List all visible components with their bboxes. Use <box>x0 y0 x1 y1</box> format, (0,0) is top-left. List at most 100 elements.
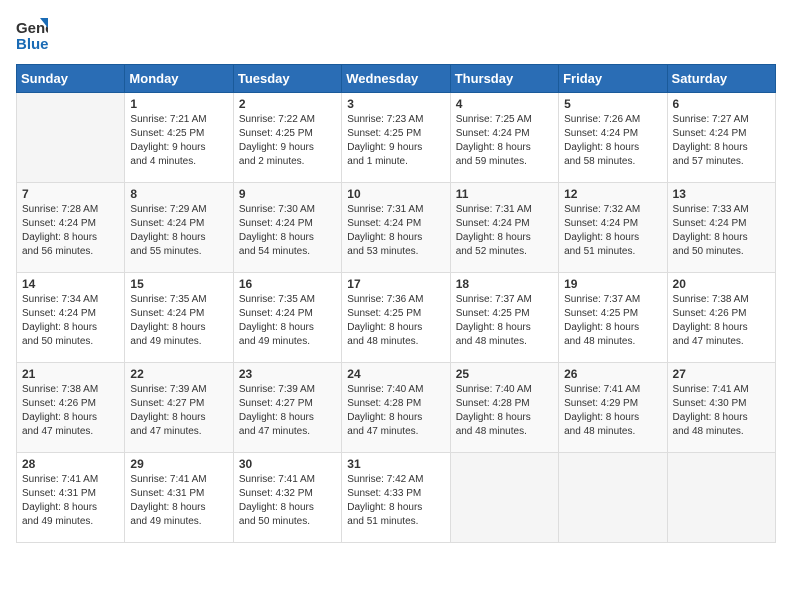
day-info: Sunrise: 7:35 AM Sunset: 4:24 PM Dayligh… <box>130 293 227 349</box>
day-number: 19 <box>564 277 661 291</box>
day-number: 27 <box>673 367 770 381</box>
calendar-cell: 8Sunrise: 7:29 AM Sunset: 4:24 PM Daylig… <box>125 183 233 273</box>
day-info: Sunrise: 7:35 AM Sunset: 4:24 PM Dayligh… <box>239 293 336 349</box>
day-info: Sunrise: 7:33 AM Sunset: 4:24 PM Dayligh… <box>673 203 770 259</box>
day-info: Sunrise: 7:37 AM Sunset: 4:25 PM Dayligh… <box>456 293 553 349</box>
calendar-cell: 4 Sunrise: 7:25 AM Sunset: 4:24 PM Daylig… <box>450 93 558 183</box>
day-number: 21 <box>22 367 119 381</box>
day-info: Sunrise: 7:39 AM Sunset: 4:27 PM Dayligh… <box>239 383 336 439</box>
calendar-cell <box>17 93 125 183</box>
day-number: 3 <box>347 97 444 111</box>
calendar-cell: 2 Sunrise: 7:22 AM Sunset: 4:25 PM Daylig… <box>233 93 341 183</box>
day-info: Sunrise: 7:32 AM Sunset: 4:24 PM Dayligh… <box>564 203 661 259</box>
calendar-cell: 17Sunrise: 7:36 AM Sunset: 4:25 PM Dayli… <box>342 273 450 363</box>
day-info: Sunrise: 7:41 AM Sunset: 4:31 PM Dayligh… <box>130 473 227 529</box>
calendar-cell: 9 Sunrise: 7:30 AM Sunset: 4:24 PM Daylig… <box>233 183 341 273</box>
day-info: Sunrise: 7:23 AM Sunset: 4:25 PM Dayligh… <box>347 113 444 169</box>
calendar-cell: 24 Sunrise: 7:40 AM Sunset: 4:28 PM Dayli… <box>342 363 450 453</box>
calendar-cell: 5 Sunrise: 7:26 AM Sunset: 4:24 PM Daylig… <box>559 93 667 183</box>
day-number: 15 <box>130 277 227 291</box>
day-number: 26 <box>564 367 661 381</box>
calendar-cell: 31Sunrise: 7:42 AM Sunset: 4:33 PM Dayli… <box>342 453 450 543</box>
day-info: Sunrise: 7:41 AM Sunset: 4:30 PM Dayligh… <box>673 383 770 439</box>
day-number: 7 <box>22 187 119 201</box>
day-number: 17 <box>347 277 444 291</box>
calendar-cell: 30 Sunrise: 7:41 AM Sunset: 4:32 PM Dayli… <box>233 453 341 543</box>
day-info: Sunrise: 7:30 AM Sunset: 4:24 PM Dayligh… <box>239 203 336 259</box>
calendar-cell: 1Sunrise: 7:21 AM Sunset: 4:25 PM Daylig… <box>125 93 233 183</box>
day-info: Sunrise: 7:28 AM Sunset: 4:24 PM Dayligh… <box>22 203 119 259</box>
day-info: Sunrise: 7:41 AM Sunset: 4:31 PM Dayligh… <box>22 473 119 529</box>
day-number: 16 <box>239 277 336 291</box>
calendar-cell: 3 Sunrise: 7:23 AM Sunset: 4:25 PM Daylig… <box>342 93 450 183</box>
calendar-cell: 26Sunrise: 7:41 AM Sunset: 4:29 PM Dayli… <box>559 363 667 453</box>
day-info: Sunrise: 7:41 AM Sunset: 4:32 PM Dayligh… <box>239 473 336 529</box>
calendar-cell: 22Sunrise: 7:39 AM Sunset: 4:27 PM Dayli… <box>125 363 233 453</box>
calendar-cell: 10Sunrise: 7:31 AM Sunset: 4:24 PM Dayli… <box>342 183 450 273</box>
calendar-cell: 7 Sunrise: 7:28 AM Sunset: 4:24 PM Daylig… <box>17 183 125 273</box>
calendar-cell: 20 Sunrise: 7:38 AM Sunset: 4:26 PM Dayli… <box>667 273 775 363</box>
calendar-week-row: 14 Sunrise: 7:34 AM Sunset: 4:24 PM Dayli… <box>17 273 776 363</box>
calendar-cell: 14 Sunrise: 7:34 AM Sunset: 4:24 PM Dayli… <box>17 273 125 363</box>
calendar-table: SundayMondayTuesdayWednesdayThursdayFrid… <box>16 64 776 543</box>
logo-graphic: General Blue <box>16 16 48 52</box>
day-number: 12 <box>564 187 661 201</box>
calendar-cell: 12 Sunrise: 7:32 AM Sunset: 4:24 PM Dayli… <box>559 183 667 273</box>
day-header-monday: Monday <box>125 65 233 93</box>
day-info: Sunrise: 7:25 AM Sunset: 4:24 PM Dayligh… <box>456 113 553 169</box>
day-number: 24 <box>347 367 444 381</box>
calendar-cell: 29 Sunrise: 7:41 AM Sunset: 4:31 PM Dayli… <box>125 453 233 543</box>
day-header-sunday: Sunday <box>17 65 125 93</box>
day-info: Sunrise: 7:26 AM Sunset: 4:24 PM Dayligh… <box>564 113 661 169</box>
calendar-week-row: 7 Sunrise: 7:28 AM Sunset: 4:24 PM Daylig… <box>17 183 776 273</box>
day-info: Sunrise: 7:38 AM Sunset: 4:26 PM Dayligh… <box>22 383 119 439</box>
day-header-friday: Friday <box>559 65 667 93</box>
calendar-cell: 19 Sunrise: 7:37 AM Sunset: 4:25 PM Dayli… <box>559 273 667 363</box>
day-number: 31 <box>347 457 444 471</box>
day-info: Sunrise: 7:27 AM Sunset: 4:24 PM Dayligh… <box>673 113 770 169</box>
day-number: 22 <box>130 367 227 381</box>
day-number: 30 <box>239 457 336 471</box>
day-header-saturday: Saturday <box>667 65 775 93</box>
day-number: 6 <box>673 97 770 111</box>
day-number: 29 <box>130 457 227 471</box>
day-number: 11 <box>456 187 553 201</box>
calendar-week-row: 28 Sunrise: 7:41 AM Sunset: 4:31 PM Dayli… <box>17 453 776 543</box>
day-info: Sunrise: 7:40 AM Sunset: 4:28 PM Dayligh… <box>347 383 444 439</box>
day-number: 5 <box>564 97 661 111</box>
calendar-cell: 16 Sunrise: 7:35 AM Sunset: 4:24 PM Dayli… <box>233 273 341 363</box>
calendar-cell: 15 Sunrise: 7:35 AM Sunset: 4:24 PM Dayli… <box>125 273 233 363</box>
calendar-cell: 25 Sunrise: 7:40 AM Sunset: 4:28 PM Dayli… <box>450 363 558 453</box>
day-number: 18 <box>456 277 553 291</box>
svg-text:Blue: Blue <box>16 36 48 52</box>
day-number: 4 <box>456 97 553 111</box>
day-info: Sunrise: 7:31 AM Sunset: 4:24 PM Dayligh… <box>456 203 553 259</box>
calendar-cell: 27 Sunrise: 7:41 AM Sunset: 4:30 PM Dayli… <box>667 363 775 453</box>
day-info: Sunrise: 7:31 AM Sunset: 4:24 PM Dayligh… <box>347 203 444 259</box>
day-header-tuesday: Tuesday <box>233 65 341 93</box>
day-header-wednesday: Wednesday <box>342 65 450 93</box>
calendar-cell <box>450 453 558 543</box>
day-number: 9 <box>239 187 336 201</box>
day-number: 25 <box>456 367 553 381</box>
calendar-cell: 18 Sunrise: 7:37 AM Sunset: 4:25 PM Dayli… <box>450 273 558 363</box>
day-info: Sunrise: 7:29 AM Sunset: 4:24 PM Dayligh… <box>130 203 227 259</box>
calendar-cell: 13Sunrise: 7:33 AM Sunset: 4:24 PM Dayli… <box>667 183 775 273</box>
calendar-cell: 21 Sunrise: 7:38 AM Sunset: 4:26 PM Dayli… <box>17 363 125 453</box>
day-number: 23 <box>239 367 336 381</box>
day-info: Sunrise: 7:22 AM Sunset: 4:25 PM Dayligh… <box>239 113 336 169</box>
calendar-cell: 28 Sunrise: 7:41 AM Sunset: 4:31 PM Dayli… <box>17 453 125 543</box>
day-number: 28 <box>22 457 119 471</box>
calendar-week-row: 21 Sunrise: 7:38 AM Sunset: 4:26 PM Dayli… <box>17 363 776 453</box>
day-number: 14 <box>22 277 119 291</box>
day-info: Sunrise: 7:40 AM Sunset: 4:28 PM Dayligh… <box>456 383 553 439</box>
day-info: Sunrise: 7:37 AM Sunset: 4:25 PM Dayligh… <box>564 293 661 349</box>
calendar-cell: 6 Sunrise: 7:27 AM Sunset: 4:24 PM Daylig… <box>667 93 775 183</box>
day-info: Sunrise: 7:34 AM Sunset: 4:24 PM Dayligh… <box>22 293 119 349</box>
page-header: General Blue <box>16 16 776 52</box>
day-header-thursday: Thursday <box>450 65 558 93</box>
day-number: 1 <box>130 97 227 111</box>
day-number: 20 <box>673 277 770 291</box>
day-number: 2 <box>239 97 336 111</box>
day-info: Sunrise: 7:38 AM Sunset: 4:26 PM Dayligh… <box>673 293 770 349</box>
